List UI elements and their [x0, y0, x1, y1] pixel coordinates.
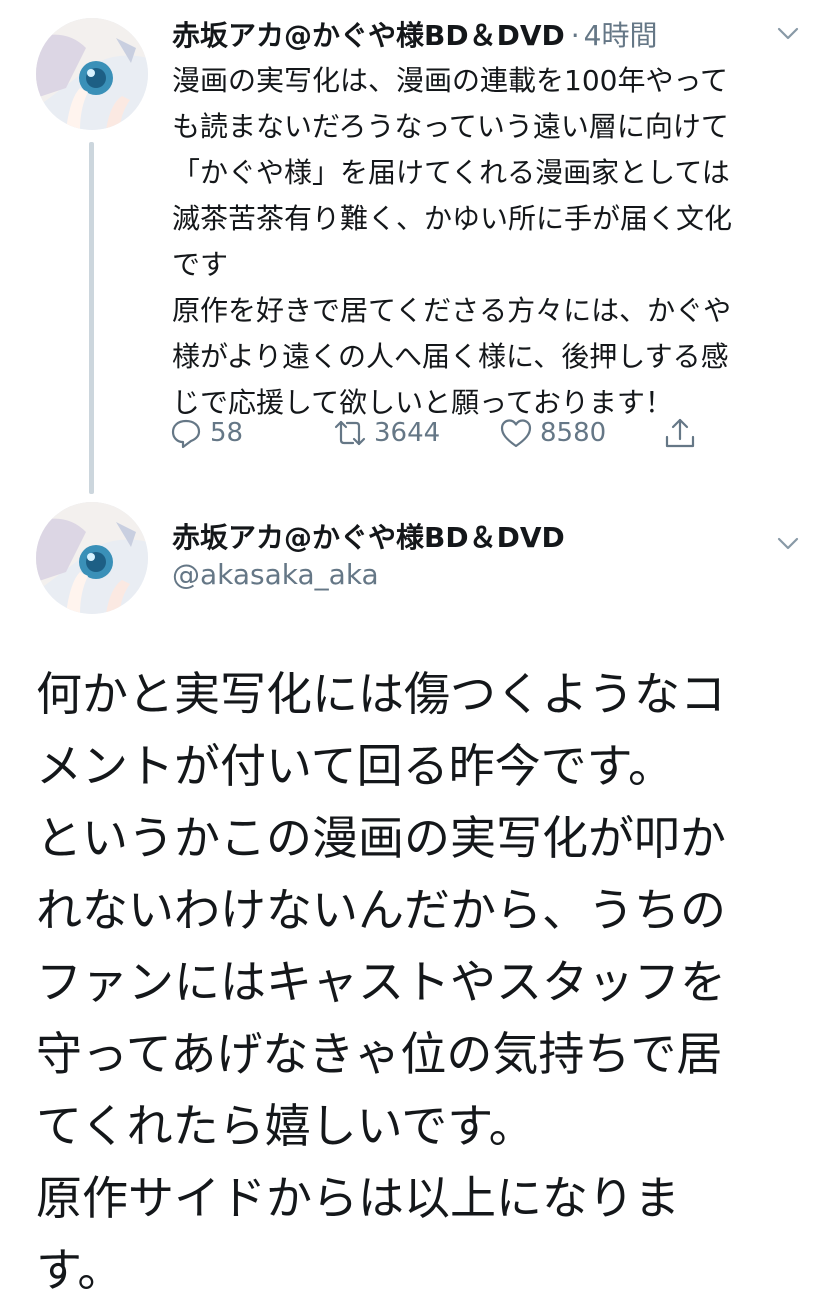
chevron-down-icon[interactable]: [775, 20, 801, 46]
author-name[interactable]: 赤坂アカ@かぐや様BD＆DVD: [172, 516, 565, 556]
timestamp[interactable]: 4時間: [584, 14, 658, 54]
tweet1-header: 赤坂アカ@かぐや様BD＆DVD · 4時間: [172, 14, 657, 54]
retweet-icon: [334, 420, 366, 446]
share-button[interactable]: [662, 410, 704, 456]
reply-icon: [171, 419, 201, 449]
like-button[interactable]: 8580: [498, 410, 606, 456]
reply-button[interactable]: 58: [168, 410, 243, 456]
avatar[interactable]: [36, 502, 148, 614]
heart-icon: [500, 419, 532, 448]
chevron-down-icon[interactable]: [775, 530, 801, 556]
like-count: 8580: [540, 418, 607, 448]
tweet-actions: 58 3644 8580: [168, 410, 728, 456]
avatar[interactable]: [36, 18, 148, 130]
retweet-count: 3644: [374, 418, 441, 448]
author-name[interactable]: 赤坂アカ@かぐや様BD＆DVD: [172, 14, 565, 54]
author-handle[interactable]: @akasaka_aka: [172, 558, 379, 591]
tweet1-text: 漫画の実写化は、漫画の連載を100年やって も読まないだろうなっていう遠い層に向…: [172, 64, 733, 419]
avatar-image: [36, 18, 148, 130]
avatar-image: [36, 502, 148, 614]
separator: ·: [570, 19, 580, 52]
retweet-button[interactable]: 3644: [332, 410, 440, 456]
thread-line: [89, 142, 94, 494]
tweet2-text: 何かと実写化には傷つくようなコ メントが付いて回る昨今です。 というかこの漫画の…: [36, 667, 726, 1297]
share-icon: [665, 418, 695, 448]
reply-count: 58: [210, 418, 244, 448]
